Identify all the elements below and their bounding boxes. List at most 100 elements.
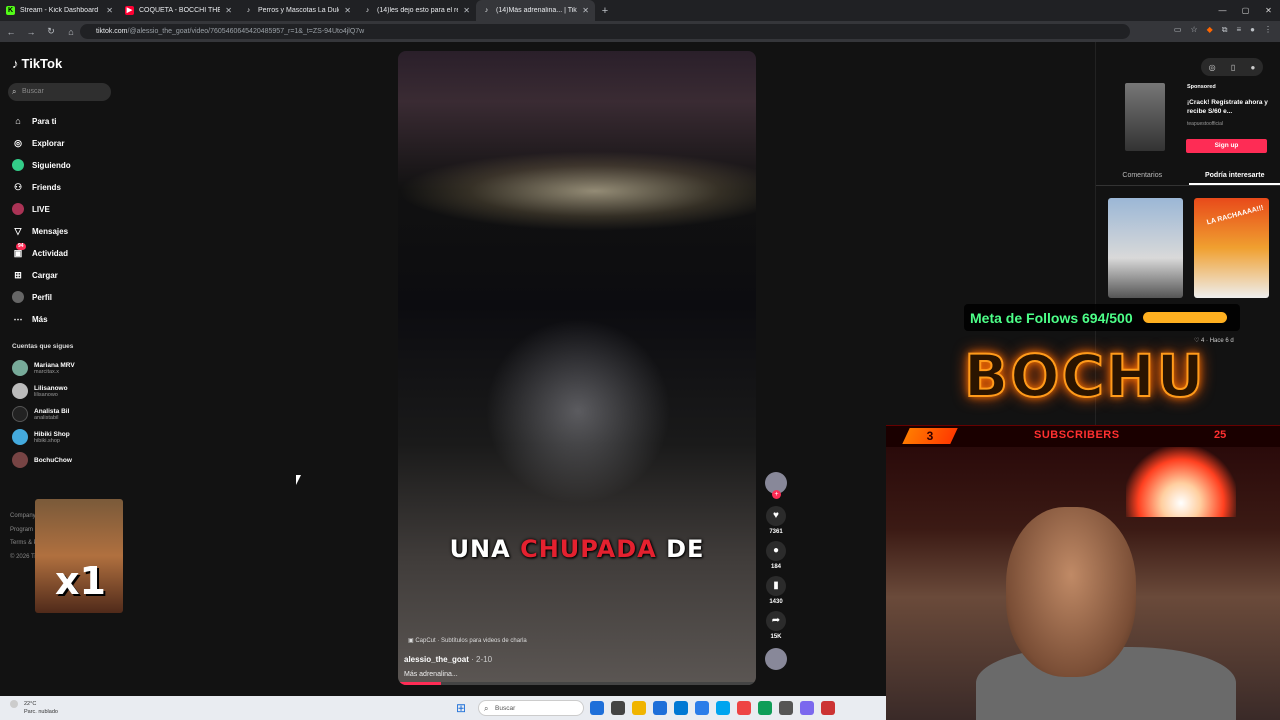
capcut-label: CapCut · Subtítulos para videos de charl…	[415, 638, 527, 644]
capcut-tag[interactable]: ▣ CapCut · Subtítulos para videos de cha…	[408, 637, 527, 644]
new-tab-button[interactable]: +	[595, 5, 615, 17]
comment-icon[interactable]: ●	[766, 541, 786, 561]
sidebar-item-explorar[interactable]: ◎ Explorar	[12, 132, 71, 154]
taskbar-app-icon[interactable]	[695, 701, 709, 715]
windows-start-icon[interactable]: ⊞	[456, 701, 466, 715]
messages-icon: ▽	[14, 226, 22, 236]
video-progress-bar[interactable]	[398, 682, 756, 685]
subtitle-word-highlight: CHUPADA	[520, 535, 657, 563]
list-item[interactable]: Analista Bil analistabil	[12, 406, 69, 422]
hikers-scene	[478, 311, 678, 511]
menu-icon[interactable]: ⋮	[1264, 25, 1272, 35]
taskbar-apps	[590, 701, 835, 715]
forward-icon[interactable]: →	[26, 27, 36, 37]
sidebar-item-label: Cargar	[32, 270, 58, 280]
device-icon[interactable]: ▯	[1231, 63, 1235, 72]
tab-tiktok-active[interactable]: ♪ (14)Más adrenalina... | TikTok ✕	[476, 0, 595, 21]
close-icon[interactable]: ✕	[106, 6, 113, 15]
cast-icon[interactable]: ▭	[1174, 25, 1182, 35]
taskbar-app-icon[interactable]	[737, 701, 751, 715]
close-icon[interactable]: ✕	[463, 6, 470, 15]
url-path: /@alessio_the_goat/video/760546064542048…	[127, 28, 365, 35]
list-item[interactable]: Hibiki Shop hibiki.shop	[12, 429, 70, 445]
activity-icon: ▣ 94	[13, 243, 26, 258]
close-icon[interactable]: ✕	[582, 6, 589, 15]
tab-comentarios[interactable]: Comentarios	[1096, 168, 1189, 185]
tab-tiktok-regreso[interactable]: ♪ (14)les dejo esto para el regreso ✕	[357, 0, 476, 21]
ad-title[interactable]: ¡Crack! Regístrate ahora y recibe S/60 e…	[1187, 98, 1269, 116]
sidebar-item-para-ti[interactable]: ⌂ Para ti	[12, 110, 71, 132]
sidebar-item-siguiendo[interactable]: Siguiendo	[12, 154, 71, 176]
tab-title: (14)les dejo esto para el regreso	[377, 7, 458, 14]
right-panel-tabs: Comentarios Podría interesarte	[1096, 168, 1280, 186]
avatar	[12, 406, 28, 422]
bookmark-icon[interactable]: ▮	[766, 576, 786, 596]
heart-icon[interactable]: ♥	[766, 506, 786, 526]
taskbar-app-icon[interactable]	[779, 701, 793, 715]
list-item[interactable]: BochuChow	[12, 452, 72, 468]
streamer-face	[1006, 507, 1136, 677]
search-placeholder: Buscar	[22, 88, 44, 95]
tab-tiktok-perros[interactable]: ♪ Perros y Mascotas La Dulce Re ✕	[238, 0, 357, 21]
tiktok-icon: ♪	[246, 7, 251, 14]
list-item[interactable]: Lilisanowo lilisanowo	[12, 383, 68, 399]
recommended-video[interactable]: LA RACHAAAA!!!	[1194, 198, 1269, 298]
tab-podria-interesarte[interactable]: Podría interesarte	[1188, 168, 1280, 185]
close-window-icon[interactable]: ✕	[1257, 0, 1280, 21]
share-icon[interactable]: ➦	[766, 611, 786, 631]
sidebar-item-live[interactable]: LIVE	[12, 198, 71, 220]
ad-thumbnail[interactable]	[1125, 83, 1165, 151]
goal-progress-fill	[1142, 312, 1227, 323]
taskbar-app-icon[interactable]	[821, 701, 835, 715]
tab-title: Stream - Kick Dashboard	[20, 7, 99, 14]
profile-icon[interactable]: ●	[1250, 25, 1255, 35]
sign-up-button[interactable]: Sign up	[1186, 139, 1267, 153]
sidebar-item-label: Explorar	[32, 138, 65, 148]
tab-kick-dashboard[interactable]: K Stream - Kick Dashboard ✕	[0, 0, 119, 21]
puzzle-icon[interactable]: ⧉	[1222, 25, 1228, 35]
tab-youtube[interactable]: ▶ COQUETA - BOCCHI THE ROCK ✕	[119, 0, 238, 21]
home-icon[interactable]: ⌂	[66, 27, 76, 37]
post-date: · 2-10	[471, 655, 493, 664]
creator-avatar[interactable]: +	[765, 472, 787, 499]
taskbar-app-icon[interactable]	[590, 701, 604, 715]
video-player[interactable]: UNA CHUPADA DE ▣ CapCut · Subtítulos par…	[398, 51, 756, 685]
sidebar-item-friends[interactable]: ⚇ Friends	[12, 176, 71, 198]
taskbar-app-icon[interactable]	[632, 701, 646, 715]
minimize-icon[interactable]: —	[1211, 0, 1234, 21]
taskbar-app-icon[interactable]	[800, 701, 814, 715]
taskbar-app-icon[interactable]	[611, 701, 625, 715]
back-icon[interactable]: ←	[6, 27, 16, 37]
close-icon[interactable]: ✕	[225, 6, 232, 15]
sidebar-item-perfil[interactable]: Perfil	[12, 286, 71, 308]
taskbar-app-icon[interactable]	[653, 701, 667, 715]
sound-avatar[interactable]	[765, 648, 787, 670]
sidebar-item-cargar[interactable]: ⊞ Cargar	[12, 264, 71, 286]
recommended-video[interactable]	[1108, 198, 1183, 298]
follow-plus-icon[interactable]: +	[772, 490, 781, 499]
extension-icon[interactable]: ◆	[1207, 25, 1213, 35]
taskbar-app-icon[interactable]	[716, 701, 730, 715]
search-input[interactable]: ⌕ Buscar	[8, 83, 111, 101]
sidebar-item-label: Friends	[32, 182, 61, 192]
taskbar-app-icon[interactable]	[674, 701, 688, 715]
weather-widget[interactable]: 22°C Parc. nublado	[10, 700, 58, 716]
media-icon[interactable]: ≡	[1236, 25, 1241, 35]
maximize-icon[interactable]: ▢	[1234, 0, 1257, 21]
taskbar-app-icon[interactable]	[758, 701, 772, 715]
address-bar[interactable]: tiktok.com/@alessio_the_goat/video/76054…	[80, 24, 1130, 39]
taskbar-search[interactable]: ⌕ Buscar	[478, 700, 584, 716]
bookmark-star-icon[interactable]: ☆	[1190, 25, 1197, 35]
tiktok-logo[interactable]: ♪ TikTok	[12, 56, 62, 71]
avatar[interactable]: ●	[1251, 63, 1256, 72]
sidebar-item-mensajes[interactable]: ▽ Mensajes	[12, 220, 71, 242]
sidebar-item-mas[interactable]: ⋯ Más	[12, 308, 71, 330]
share-action: ➦ 15K	[766, 611, 786, 640]
close-icon[interactable]: ✕	[344, 6, 351, 15]
compass-icon[interactable]: ◎	[1209, 63, 1216, 72]
video-author[interactable]: alessio_the_goat · 2-10	[404, 655, 492, 664]
share-count: 15K	[770, 634, 782, 640]
sidebar-item-actividad[interactable]: ▣ 94 Actividad	[12, 242, 71, 264]
reload-icon[interactable]: ↻	[46, 26, 56, 37]
list-item[interactable]: Mariana MRV marcitax.x	[12, 360, 75, 376]
